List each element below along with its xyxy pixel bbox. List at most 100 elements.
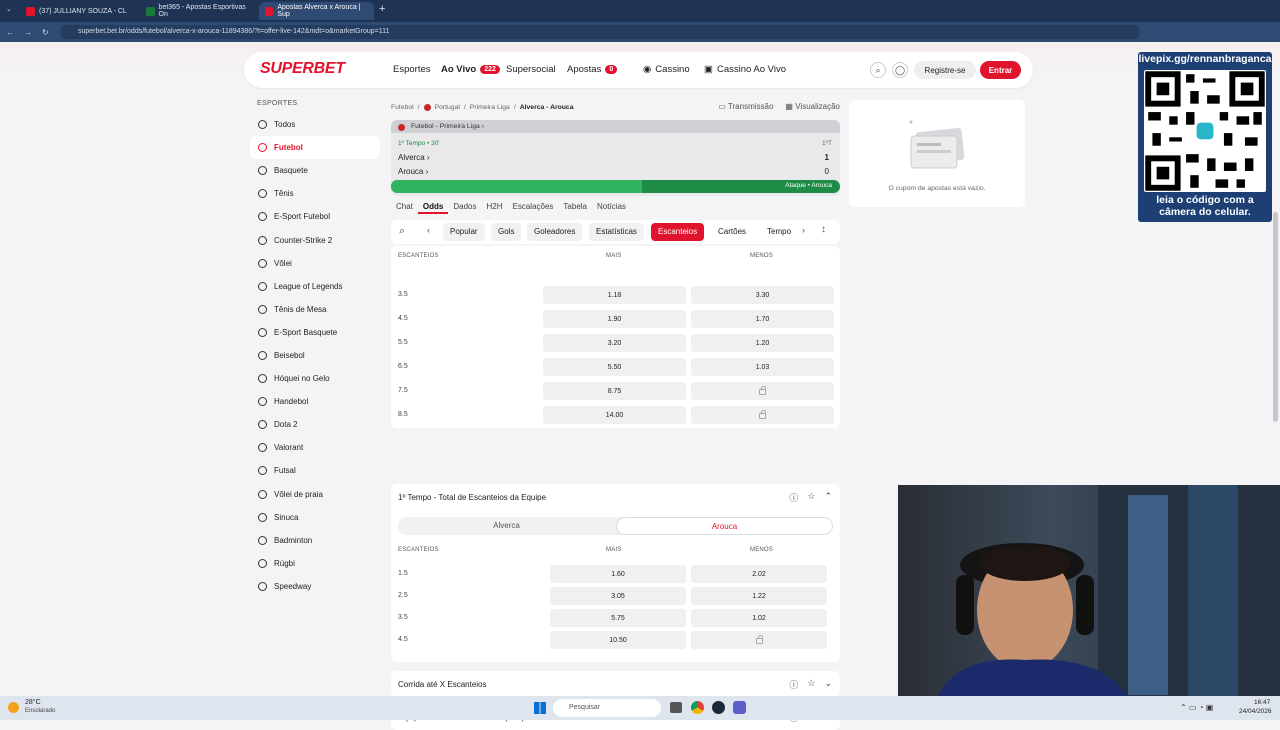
steam-icon[interactable] [712,701,725,714]
register-button[interactable]: Registre-se [914,61,976,79]
taskbar-search[interactable]: Pesquisar [553,699,661,717]
search-icon[interactable]: ⌕ [399,225,405,238]
away-team[interactable]: Arouca › [398,167,428,176]
sidebar-item-speedway[interactable]: Speedway [250,575,380,598]
nav-ao-vivo[interactable]: Ao Vivo 222 [441,64,500,75]
odds-over-button[interactable]: 8.75 [543,382,686,400]
home-team[interactable]: Alverca › [398,153,430,162]
nav-cassino[interactable]: ◉ Cassino [643,64,690,75]
sidebar-item-handebol[interactable]: Handebol [250,390,380,413]
star-icon[interactable]: ☆ [807,491,815,504]
sidebar-item-v-lei[interactable]: Vôlei [250,252,380,275]
tab-escalacoes[interactable]: Escalações [508,200,559,214]
odds-over-button[interactable]: 3.05 [550,587,686,605]
page-scrollbar[interactable] [1273,212,1278,422]
sidebar-item-basquete[interactable]: Basquete [250,159,380,182]
clock-time[interactable]: 16:47 [1254,699,1270,706]
sidebar-item-e-sport-futebol[interactable]: E-Sport Futebol [250,205,380,228]
info-icon[interactable]: ⓘ [789,491,798,504]
sidebar-item-t-nis-de-mesa[interactable]: Tênis de Mesa [250,298,380,321]
sidebar-item-todos[interactable]: Todos [250,113,380,136]
browser-tab[interactable]: bet365 - Apostas Esportivas On [140,2,258,20]
search-icon[interactable]: ⌕ [870,62,886,78]
segment-alverca[interactable]: Alverca [398,517,615,535]
sidebar-item-beisebol[interactable]: Beisebol [250,344,380,367]
market-title[interactable]: 1º Tempo - Total de Escanteios da Equipe [398,493,546,502]
superbet-logo[interactable]: SUPERBET [260,60,345,78]
tab-tabela[interactable]: Tabela [558,200,592,214]
breadcrumb-liga[interactable]: Primeira Liga [470,104,510,111]
sidebar-item-sinuca[interactable]: Sinuca [250,506,380,529]
odds-over-button[interactable]: 1.60 [550,565,686,583]
chevron-down-icon[interactable]: ⌄ [824,678,832,691]
odds-under-button[interactable]: 1.70 [691,310,834,328]
breadcrumb-portugal[interactable]: Portugal [435,104,460,111]
sidebar-item-futebol[interactable]: Futebol [250,136,380,160]
odds-over-button[interactable]: 1.90 [543,310,686,328]
category-estatisticas[interactable]: Estatísticas [589,223,644,241]
tray-icons[interactable]: ⌃ ▭ ◔ ▣ [1180,703,1213,712]
browser-tab[interactable]: (37) JULLIANY SOUZA - CL [20,2,138,20]
category-escanteios[interactable]: Escanteios [651,223,705,241]
new-tab-button[interactable]: + [379,3,385,15]
browser-tab-active[interactable]: Apostas Alverca x Arouca | Sup [259,2,374,20]
nav-apostas[interactable]: Apostas 0 [567,64,618,75]
odds-over-button[interactable]: 5.75 [550,609,686,627]
sidebar-item-dota-2[interactable]: Dota 2 [250,413,380,436]
nav-cassino-ao-vivo[interactable]: ▣ Cassino Ao Vivo [704,64,786,75]
market-corrida[interactable]: Corrida até X Escanteios ⓘ ☆ ⌄ [391,671,840,697]
odds-under-button[interactable]: 1.22 [691,587,827,605]
odds-under-button[interactable]: 1.03 [691,358,834,376]
weather-temp[interactable]: 28°C [25,699,41,706]
sidebar-item-badminton[interactable]: Badminton [250,529,380,552]
teams-icon[interactable] [733,701,746,714]
login-button[interactable]: Entrar [980,61,1021,79]
nav-esportes[interactable]: Esportes [393,64,431,75]
chrome-icon[interactable] [691,701,704,714]
odds-under-button[interactable]: 1.02 [691,609,827,627]
sidebar-item-futsal[interactable]: Futsal [250,459,380,482]
back-icon[interactable]: ← [6,28,14,37]
sidebar-item-h-quei-no-gelo[interactable]: Hóquei no Gelo [250,367,380,390]
league-bar[interactable]: Futebol - Primeira Liga › [391,120,840,133]
user-icon[interactable]: ◯ [892,62,908,78]
category-goleadores[interactable]: Goleadores [527,223,583,241]
sidebar-item-v-lei-de-praia[interactable]: Vôlei de praia [250,483,380,506]
forward-icon[interactable]: → [24,28,32,37]
odds-over-button[interactable]: 3.20 [543,334,686,352]
category-gols[interactable]: Gols [491,223,522,241]
url-field[interactable]: superbet.bet.br/odds/futebol/alverca-x-a… [60,25,1140,39]
chevron-down-icon[interactable]: ⌄ [6,5,16,15]
file-explorer-icon[interactable] [670,702,682,713]
odds-over-button[interactable]: 5.50 [543,358,686,376]
odds-under-button[interactable]: 3.30 [691,286,834,304]
expand-icon[interactable]: ↕ [821,224,826,235]
sidebar-item-counter-strike-2[interactable]: Counter-Strike 2 [250,228,380,251]
info-icon[interactable]: ⓘ [789,678,798,691]
tab-chat[interactable]: Chat [391,200,418,214]
visualizacao-button[interactable]: ▦ Visualização [785,102,840,111]
chevron-left-icon[interactable]: ‹ [427,225,430,235]
sidebar-item-valorant[interactable]: Valorant [250,436,380,459]
chevron-up-icon[interactable]: ⌃ [824,491,832,504]
tab-dados[interactable]: Dados [448,200,481,214]
sidebar-item-e-sport-basquete[interactable]: E-Sport Basquete [250,321,380,344]
reload-icon[interactable]: ↻ [42,28,49,37]
odds-under-button[interactable]: 1.20 [691,334,834,352]
category-cartoes[interactable]: Cartões [711,223,753,241]
category-popular[interactable]: Popular [443,223,485,241]
start-icon[interactable] [534,702,546,714]
sidebar-item-league-of-legends[interactable]: League of Legends [250,275,380,298]
transmissao-button[interactable]: ▭ Transmissão [718,102,773,111]
category-tempo[interactable]: Tempo [760,223,798,241]
tab-h2h[interactable]: H2H [481,200,507,214]
sidebar-item-r-gbi[interactable]: Rúgbi [250,552,380,575]
tab-odds[interactable]: Odds [417,200,449,214]
star-icon[interactable]: ☆ [807,678,815,691]
tab-noticias[interactable]: Notícias [592,200,631,214]
chevron-right-icon[interactable]: › [802,225,805,235]
odds-over-button[interactable]: 10.50 [550,631,686,649]
breadcrumb-futebol[interactable]: Futebol [391,104,414,111]
sidebar-item-t-nis[interactable]: Tênis [250,182,380,205]
segment-arouca[interactable]: Arouca [616,517,833,535]
